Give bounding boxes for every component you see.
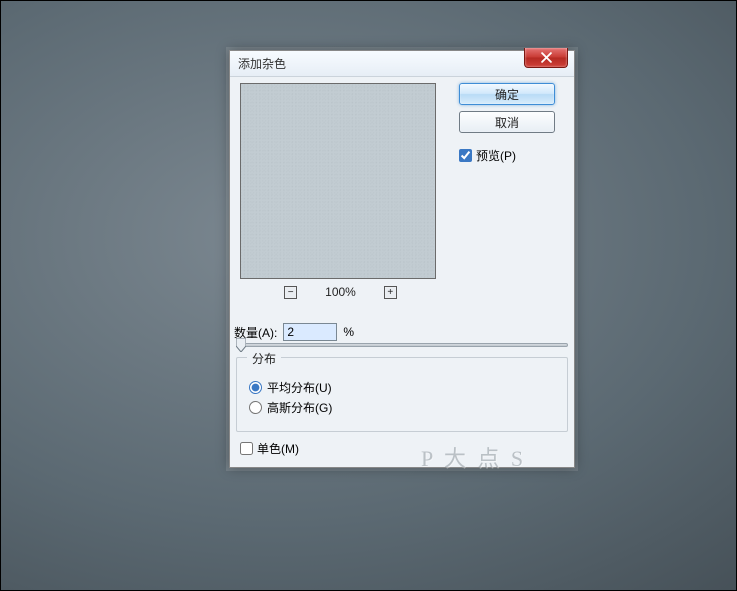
radio-uniform[interactable] (249, 381, 262, 394)
preview-canvas[interactable] (240, 83, 436, 279)
radio-gaussian-row[interactable]: 高斯分布(G) (249, 399, 555, 416)
radio-gaussian-label: 高斯分布(G) (267, 399, 332, 416)
close-icon (541, 52, 552, 63)
preview-checkbox-row[interactable]: 预览(P) (459, 147, 566, 164)
close-button[interactable] (524, 48, 568, 68)
slider-thumb-icon[interactable] (236, 338, 246, 352)
preview-checkbox[interactable] (459, 149, 472, 162)
amount-unit: % (343, 325, 354, 339)
zoom-out-button[interactable]: − (284, 286, 297, 299)
monochrome-label: 单色(M) (257, 440, 299, 457)
radio-uniform-label: 平均分布(U) (267, 379, 332, 396)
dialog-title: 添加杂色 (230, 51, 286, 77)
zoom-level: 100% (325, 285, 356, 299)
cancel-button[interactable]: 取消 (459, 111, 555, 133)
distribution-legend: 分布 (247, 350, 281, 367)
monochrome-row[interactable]: 单色(M) (240, 440, 564, 457)
radio-gaussian[interactable] (249, 401, 262, 414)
amount-input[interactable] (283, 323, 337, 341)
zoom-in-button[interactable]: + (384, 286, 397, 299)
amount-slider[interactable] (236, 343, 568, 347)
distribution-group: 分布 平均分布(U) 高斯分布(G) (236, 357, 568, 432)
add-noise-dialog: 添加杂色 − 100% + 确定 取消 预览(P) (229, 50, 575, 468)
ok-button[interactable]: 确定 (459, 83, 555, 105)
dialog-titlebar[interactable]: 添加杂色 (230, 51, 574, 77)
monochrome-checkbox[interactable] (240, 442, 253, 455)
radio-uniform-row[interactable]: 平均分布(U) (249, 379, 555, 396)
preview-checkbox-label: 预览(P) (476, 147, 516, 164)
